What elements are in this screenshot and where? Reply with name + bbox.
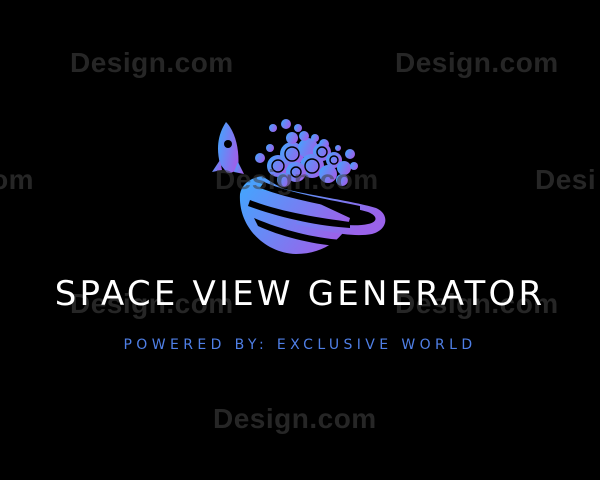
watermark-text: Design.com [213,403,377,434]
brand-subtitle: POWERED BY: EXCLUSIVE WORLD [123,337,477,353]
watermark-text: Desi [535,164,597,195]
watermark-text: com [0,164,35,195]
watermark-text: Design.com [70,47,234,78]
logo-canvas: Design.com Design.com com Desi Design.co… [0,0,600,480]
watermark-text: Design.com [395,47,559,78]
watermark-text: Design.com [215,164,379,195]
brand-title: SPACE VIEW GENERATOR [54,274,546,314]
